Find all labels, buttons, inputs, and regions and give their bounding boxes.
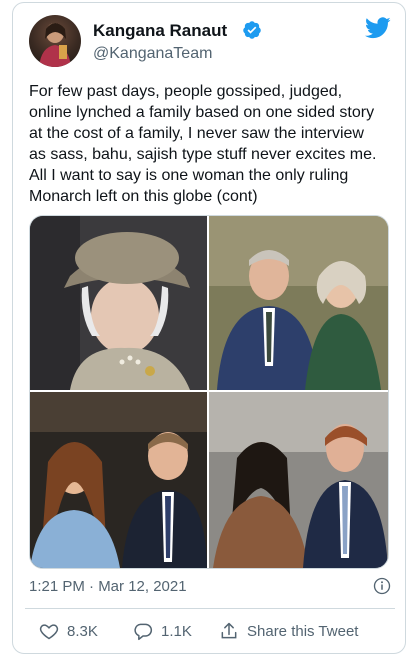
photo-2[interactable] [209, 216, 388, 390]
photo-4[interactable] [209, 392, 388, 568]
avatar[interactable] [29, 15, 81, 67]
handle[interactable]: @KanganaTeam [93, 45, 212, 63]
like-count: 8.3K [67, 622, 98, 640]
divider [25, 608, 395, 609]
share-icon [221, 622, 237, 639]
photo-1[interactable] [30, 216, 207, 390]
tweet-actions: 8.3K 1.1K Share this Tweet [29, 620, 395, 644]
tweet-meta: 1:21 PM · Mar 12, 2021 [29, 576, 395, 598]
tweet-card: Kangana Ranaut @KanganaTeam For few past… [12, 2, 406, 654]
photo-3[interactable] [30, 392, 207, 568]
info-icon[interactable] [373, 577, 391, 595]
share-label: Share this Tweet [247, 622, 359, 640]
verified-badge-icon [243, 21, 261, 39]
timestamp[interactable]: 1:21 PM · Mar 12, 2021 [29, 578, 187, 595]
reply-count: 1.1K [161, 622, 192, 640]
twitter-bird-icon[interactable] [365, 17, 391, 39]
tweet-header: Kangana Ranaut @KanganaTeam [29, 13, 391, 69]
display-name[interactable]: Kangana Ranaut [93, 21, 227, 41]
reply-bubble-icon [134, 623, 153, 641]
media-grid[interactable] [29, 215, 389, 569]
heart-icon [39, 624, 59, 640]
tweet-text: For few past days, people gossiped, judg… [29, 83, 377, 205]
